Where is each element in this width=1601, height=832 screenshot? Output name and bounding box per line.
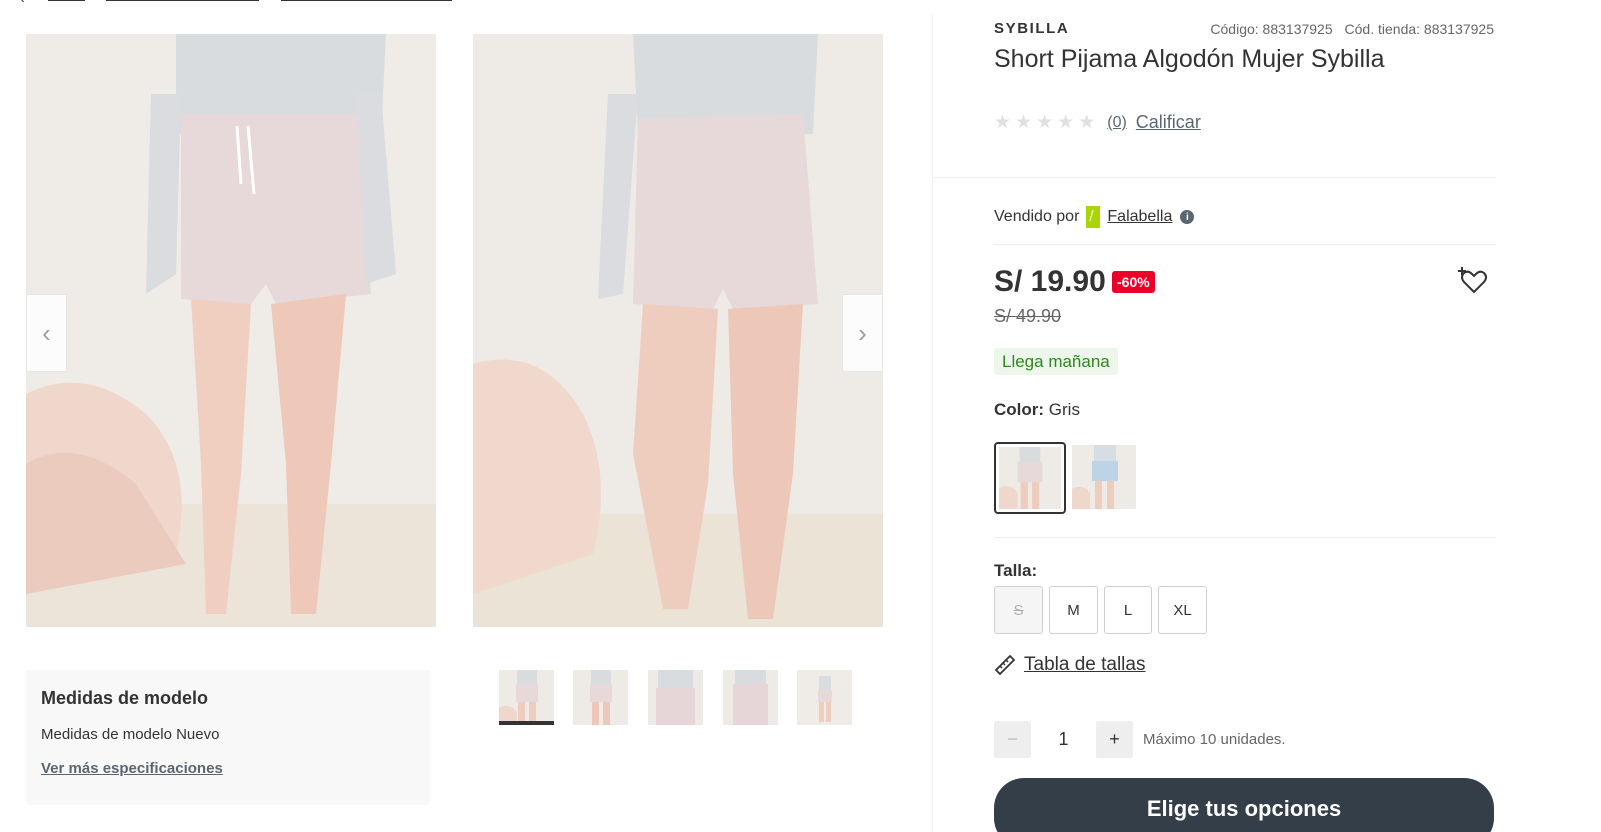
- breadcrumb-item[interactable]: [281, 0, 452, 1]
- product-codes: Código: 883137925 Cód. tienda: 883137925: [1202, 21, 1494, 37]
- thumbnail[interactable]: [648, 670, 703, 725]
- gallery-next-button[interactable]: ›: [842, 294, 883, 372]
- color-label: Color: Gris: [994, 400, 1080, 420]
- color-label-title: Color:: [994, 400, 1045, 419]
- falabella-logo-icon: [1086, 206, 1101, 228]
- selected-color: Gris: [1048, 400, 1080, 419]
- delivery-badge: Llega mañana: [994, 348, 1118, 375]
- column-divider: [932, 14, 933, 832]
- chevron-left-icon: ‹: [42, 317, 51, 348]
- ruler-icon: [994, 654, 1016, 676]
- size-option-xl[interactable]: XL: [1158, 586, 1207, 634]
- star-icon: ★: [994, 111, 1012, 133]
- back-arrow-icon[interactable]: ‹: [20, 0, 25, 6]
- product-image-back[interactable]: [473, 34, 883, 627]
- wishlist-button[interactable]: [1458, 266, 1490, 296]
- breadcrumb-item[interactable]: [106, 0, 259, 1]
- model-measurements-card: Medidas de modelo Medidas de modelo Nuev…: [26, 670, 430, 805]
- brand-name[interactable]: SYBILLA: [994, 20, 1069, 37]
- quantity-stepper: − 1 + Máximo 10 unidades.: [994, 721, 1286, 758]
- model-card-title: Medidas de modelo: [41, 688, 209, 708]
- current-price: S/ 19.90: [994, 265, 1106, 298]
- thumbnail[interactable]: [797, 670, 852, 725]
- thumbnail[interactable]: [573, 670, 628, 725]
- divider: [994, 244, 1496, 245]
- gallery-prev-button[interactable]: ‹: [26, 294, 67, 372]
- size-option-s[interactable]: S: [994, 586, 1043, 634]
- heart-plus-icon: [1458, 267, 1487, 294]
- rating: ★ ★ ★ ★ ★ (0) Calificar: [994, 112, 1201, 133]
- product-code: Código: 883137925: [1210, 21, 1333, 37]
- size-option-m[interactable]: M: [1049, 586, 1098, 634]
- color-swatch-celeste[interactable]: [1072, 445, 1136, 509]
- breadcrumb-item[interactable]: [48, 0, 85, 1]
- quantity-increase-button[interactable]: +: [1096, 721, 1133, 758]
- quantity-limit-text: Máximo 10 unidades.: [1143, 731, 1286, 748]
- size-chart-label: Tabla de tallas: [1024, 654, 1146, 675]
- divider: [934, 177, 1496, 178]
- original-price: S/ 49.90: [994, 306, 1062, 326]
- product-title: Short Pijama Algodón Mujer Sybilla: [994, 45, 1385, 73]
- seller-name-link[interactable]: Falabella: [1107, 208, 1172, 226]
- rating-count[interactable]: (0): [1107, 114, 1127, 132]
- star-icon: ★: [1015, 111, 1033, 133]
- size-label: Talla:: [994, 561, 1038, 580]
- seller-info: Vendido por Falabella i: [994, 206, 1195, 228]
- star-icon: ★: [1078, 111, 1096, 133]
- model-card-text: Medidas de modelo Nuevo: [41, 726, 220, 743]
- quantity-value: 1: [1058, 729, 1069, 749]
- rating-stars: ★ ★ ★ ★ ★: [994, 111, 1096, 133]
- star-icon: ★: [1057, 111, 1075, 133]
- rate-link[interactable]: Calificar: [1136, 112, 1201, 133]
- thumbnail[interactable]: [499, 670, 554, 725]
- discount-badge: -60%: [1112, 271, 1155, 293]
- choose-options-button[interactable]: Elige tus opciones: [994, 778, 1494, 832]
- star-icon: ★: [1036, 111, 1054, 133]
- size-selector: S M L XL: [994, 586, 1207, 634]
- size-chart-link[interactable]: Tabla de tallas: [994, 654, 1145, 676]
- product-image-front[interactable]: [26, 34, 436, 627]
- quantity-decrease-button[interactable]: −: [994, 721, 1031, 758]
- size-option-l[interactable]: L: [1104, 586, 1152, 634]
- store-code: Cód. tienda: 883137925: [1344, 21, 1494, 37]
- thumbnail[interactable]: [723, 670, 778, 725]
- info-icon[interactable]: i: [1180, 210, 1195, 224]
- color-swatch-gris[interactable]: [994, 442, 1066, 514]
- more-specs-link[interactable]: Ver más especificaciones: [41, 760, 415, 777]
- chevron-right-icon: ›: [858, 317, 867, 348]
- divider: [994, 537, 1496, 538]
- seller-prefix: Vendido por: [994, 208, 1080, 225]
